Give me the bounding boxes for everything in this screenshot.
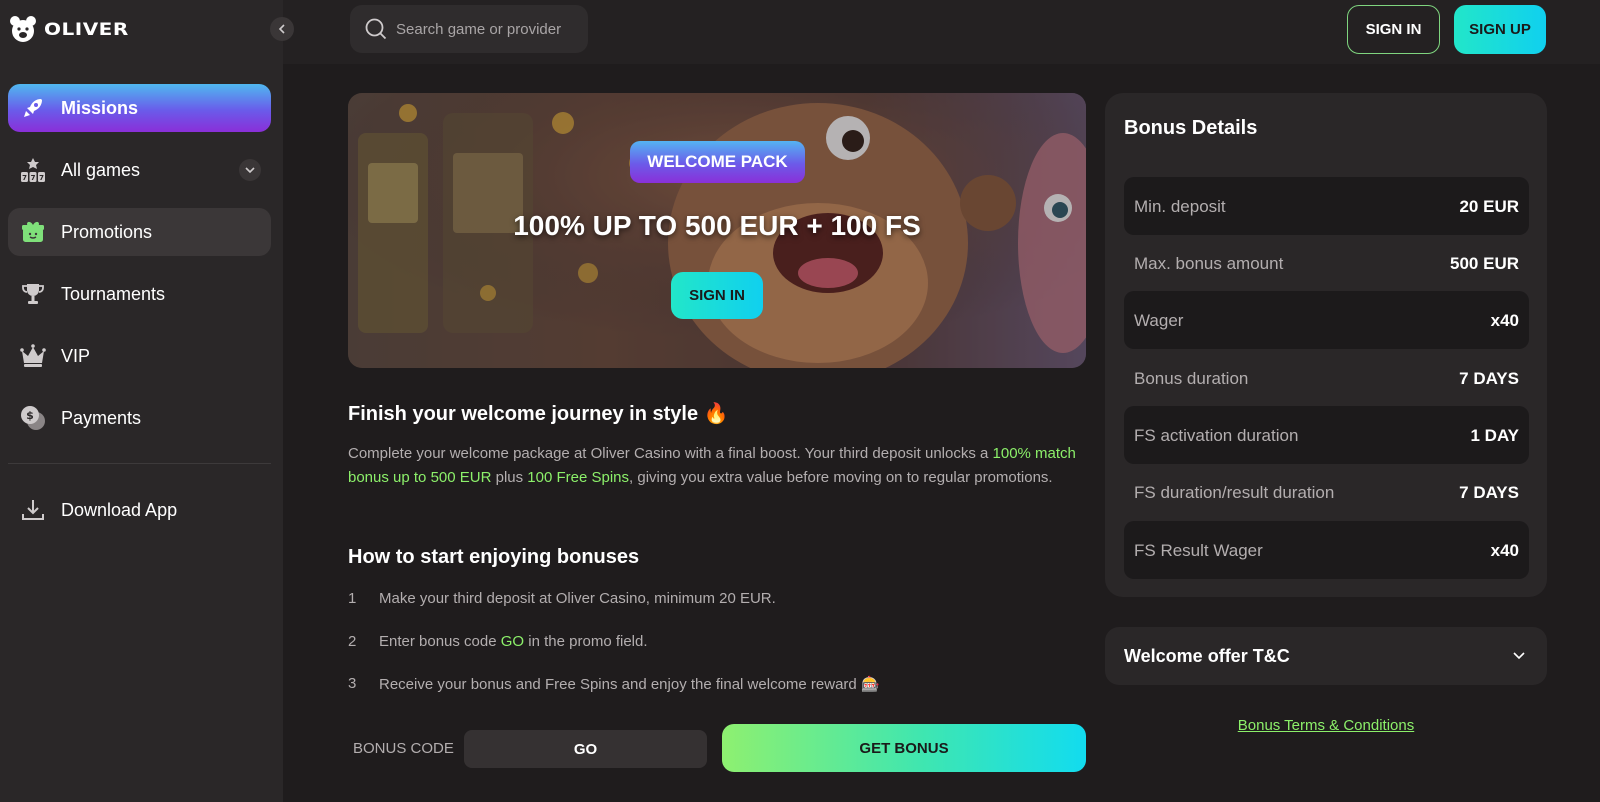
step-text-pre: Enter bonus code [379, 633, 501, 650]
bonus-code-row: BONUS CODE GET BONUS [348, 724, 1086, 774]
detail-key: Max. bonus amount [1134, 254, 1284, 273]
step-item: 2 Enter bonus code GO in the promo field… [348, 633, 648, 650]
sidebar-divider [8, 463, 271, 464]
detail-row: Min. deposit 20 EUR [1124, 177, 1529, 235]
detail-row: FS duration/result duration 7 DAYS [1124, 463, 1529, 521]
detail-value: x40 [1490, 311, 1519, 330]
sidebar: OLIVER Missions 777 All games Promotions [0, 0, 283, 802]
bonus-details-card: Bonus Details Min. deposit 20 EUR Max. b… [1105, 93, 1547, 597]
svg-text:7: 7 [22, 174, 27, 182]
sidebar-item-all-games[interactable]: 777 All games [8, 146, 271, 194]
detail-row: Max. bonus amount 500 EUR [1124, 234, 1529, 292]
step-number: 2 [348, 633, 357, 650]
detail-key: Bonus duration [1134, 369, 1249, 388]
download-icon [18, 495, 48, 525]
search-input[interactable] [396, 20, 576, 38]
sidebar-item-payments[interactable]: $ Payments [8, 394, 271, 442]
sidebar-nav: Missions 777 All games Promotions Tourna… [8, 84, 271, 456]
promo-description: Complete your welcome package at Oliver … [348, 442, 1086, 489]
step-item: 1 Make your third deposit at Oliver Casi… [348, 590, 776, 607]
detail-row: Wager x40 [1124, 291, 1529, 349]
bonus-code-field[interactable] [464, 730, 707, 768]
detail-key: Min. deposit [1134, 197, 1226, 216]
sidebar-item-label: Missions [61, 97, 139, 118]
get-bonus-button[interactable]: GET BONUS [722, 724, 1086, 772]
desc-text: , giving you extra value before moving o… [629, 468, 1053, 486]
gift-icon [18, 217, 48, 247]
banner-title: 100% UP TO 500 EUR + 100 FS [513, 210, 921, 241]
top-bar: SIGN IN SIGN UP [283, 0, 1600, 64]
sidebar-item-missions[interactable]: Missions [8, 84, 271, 132]
sidebar-item-label: Payments [61, 407, 142, 428]
bonus-code-highlight: GO [500, 633, 525, 650]
chevron-down-icon[interactable] [239, 159, 261, 181]
welcome-pack-badge: WELCOME PACK [630, 141, 805, 183]
crown-icon [18, 341, 48, 371]
trophy-icon [18, 279, 48, 309]
section-heading-welcome: Finish your welcome journey in style 🔥 [348, 401, 729, 426]
heading-text: Finish your welcome journey in style [348, 403, 699, 425]
desc-highlight-spins: 100 Free Spins [527, 468, 630, 486]
brand-logo[interactable]: OLIVER [8, 14, 129, 44]
banner-sign-in-button[interactable]: SIGN IN [671, 272, 763, 319]
rocket-icon [18, 93, 48, 123]
step-text: Enter bonus code GO in the promo field. [379, 633, 648, 650]
chevron-left-icon [278, 24, 285, 34]
bonus-code-label: BONUS CODE [353, 740, 454, 757]
sign-up-button[interactable]: SIGN UP [1454, 5, 1546, 54]
bonus-details-title: Bonus Details [1124, 117, 1258, 139]
sign-in-button[interactable]: SIGN IN [1347, 5, 1440, 54]
chevron-down-icon [1513, 652, 1525, 660]
welcome-offer-tc-accordion[interactable]: Welcome offer T&C [1105, 627, 1547, 685]
detail-row: FS Result Wager x40 [1124, 521, 1529, 579]
bear-logo-icon [10, 16, 36, 42]
step-text: Make your third deposit at Oliver Casino… [379, 590, 776, 607]
collapse-sidebar-button[interactable] [270, 17, 294, 41]
detail-value: 500 EUR [1450, 254, 1519, 273]
search-box[interactable] [350, 5, 588, 53]
sidebar-item-tournaments[interactable]: Tournaments [8, 270, 271, 318]
detail-value: 7 DAYS [1459, 483, 1519, 502]
promo-banner: WELCOME PACK 100% UP TO 500 EUR + 100 FS… [348, 93, 1086, 368]
sidebar-item-promotions[interactable]: Promotions [8, 208, 271, 256]
detail-key: Wager [1134, 311, 1184, 330]
sidebar-item-label: All games [61, 159, 141, 180]
step-text-main: Receive your bonus and Free Spins and en… [379, 676, 857, 693]
fire-icon: 🔥 [703, 403, 729, 425]
svg-text:7: 7 [39, 174, 44, 182]
bonus-terms-link[interactable]: Bonus Terms & Conditions [1105, 717, 1547, 734]
detail-row: Bonus duration 7 DAYS [1124, 349, 1529, 407]
tc-title: Welcome offer T&C [1124, 646, 1290, 666]
sidebar-item-label: Download App [61, 499, 178, 520]
section-heading-steps: How to start enjoying bonuses [348, 546, 640, 568]
sidebar-item-vip[interactable]: VIP [8, 332, 271, 380]
detail-value: x40 [1490, 541, 1519, 560]
step-number: 3 [348, 675, 357, 692]
svg-text:$: $ [26, 409, 34, 422]
slot-machine-icon: 777 [18, 155, 48, 185]
desc-text: plus [491, 468, 528, 486]
sidebar-item-label: Tournaments [61, 283, 166, 304]
brand-name: OLIVER [44, 18, 129, 40]
detail-key: FS duration/result duration [1134, 483, 1335, 502]
detail-value: 1 DAY [1470, 426, 1519, 445]
detail-row: FS activation duration 1 DAY [1124, 406, 1529, 464]
step-number: 1 [348, 590, 357, 607]
detail-value: 7 DAYS [1459, 369, 1519, 388]
coins-icon: $ [18, 403, 48, 433]
slot-machine-emoji-icon: 🎰 [860, 676, 880, 693]
detail-value: 20 EUR [1459, 197, 1519, 216]
desc-text: Complete your welcome package at Oliver … [348, 445, 993, 462]
search-icon [365, 18, 387, 40]
sidebar-item-label: Promotions [61, 221, 153, 242]
step-item: 3 Receive your bonus and Free Spins and … [348, 675, 880, 693]
detail-key: FS Result Wager [1134, 541, 1263, 560]
step-text-post: in the promo field. [524, 633, 648, 650]
sidebar-item-label: VIP [61, 345, 91, 366]
svg-text:7: 7 [31, 174, 36, 182]
sidebar-item-download-app[interactable]: Download App [8, 486, 271, 534]
detail-key: FS activation duration [1134, 426, 1299, 445]
step-text: Receive your bonus and Free Spins and en… [379, 675, 880, 693]
